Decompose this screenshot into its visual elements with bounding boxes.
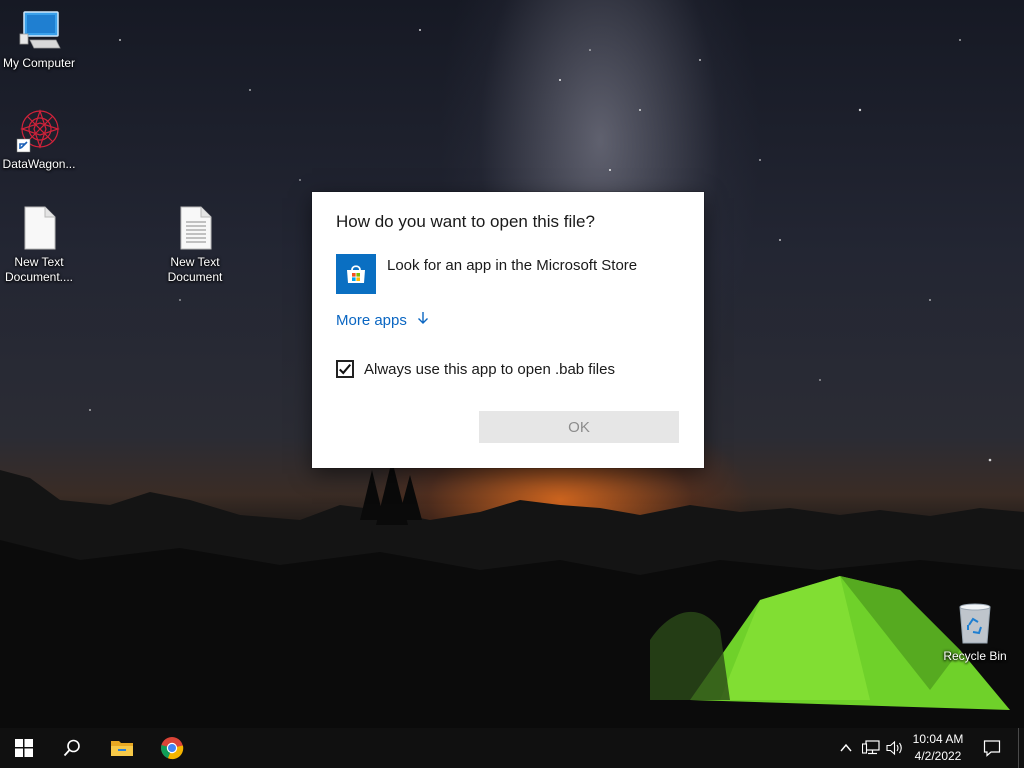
open-with-dialog: How do you want to open this file? Look … — [312, 192, 704, 468]
desktop-icon-label: DataWagon... — [2, 157, 76, 171]
show-desktop-button[interactable] — [1018, 728, 1024, 768]
always-use-app-label: Always use this app to open .bab files — [364, 360, 615, 378]
network-button[interactable] — [861, 738, 881, 758]
text-document-icon — [180, 206, 212, 250]
show-hidden-icons-button[interactable] — [838, 738, 854, 758]
microsoft-store-icon — [336, 254, 376, 294]
desktop-icon-my-computer[interactable]: My Computer — [0, 10, 78, 71]
microsoft-store-option[interactable]: Look for an app in the Microsoft Store — [336, 254, 637, 294]
desktop-icon-label: New Text Document.... — [4, 255, 74, 284]
desktop-icon-datawagon[interactable]: DataWagon... — [0, 107, 78, 172]
windows-start-icon — [15, 739, 33, 757]
more-apps-label: More apps — [336, 312, 407, 329]
taskbar-clock[interactable]: 10:04 AM 4/2/2022 — [905, 731, 971, 765]
search-icon — [63, 739, 80, 757]
desktop-icon-label: My Computer — [2, 56, 76, 70]
always-use-app-option[interactable]: Always use this app to open .bab files — [336, 360, 615, 378]
checkmark-icon — [339, 363, 352, 375]
taskbar: 10:04 AM 4/2/2022 — [0, 728, 1024, 768]
search-button[interactable] — [48, 728, 96, 768]
desktop-icon-recycle-bin[interactable]: Recycle Bin — [936, 601, 1014, 664]
ok-button[interactable]: OK — [479, 411, 679, 443]
clock-time: 10:04 AM — [912, 732, 964, 746]
desktop-icon-label: Recycle Bin — [943, 649, 1007, 663]
datawagon-app-icon — [16, 109, 60, 153]
file-explorer-button[interactable] — [98, 728, 146, 768]
text-document-icon — [24, 206, 56, 250]
network-icon — [862, 740, 880, 755]
chrome-button[interactable] — [148, 728, 196, 768]
desktop-icon-new-text-document-2[interactable]: New Text Document — [156, 205, 234, 285]
microsoft-store-option-label: Look for an app in the Microsoft Store — [387, 257, 638, 274]
always-use-app-checkbox[interactable] — [336, 360, 354, 378]
recycle-bin-icon — [959, 603, 991, 644]
arrow-down-icon — [418, 312, 429, 324]
chevron-up-icon — [840, 743, 852, 752]
start-button[interactable] — [0, 728, 48, 768]
clock-date: 4/2/2022 — [914, 749, 962, 763]
chrome-icon — [161, 737, 184, 760]
more-apps-link[interactable]: More apps — [336, 311, 429, 329]
desktop-icon-label: New Text Document — [167, 255, 223, 284]
volume-button[interactable] — [885, 738, 905, 758]
desktop-icon-new-text-document-1[interactable]: New Text Document.... — [0, 205, 78, 285]
dialog-title: How do you want to open this file? — [336, 212, 595, 231]
file-explorer-icon — [111, 741, 133, 756]
action-center-button[interactable] — [981, 738, 1003, 758]
computer-icon — [19, 11, 61, 49]
action-center-icon — [983, 740, 1001, 757]
volume-icon — [886, 740, 902, 756]
